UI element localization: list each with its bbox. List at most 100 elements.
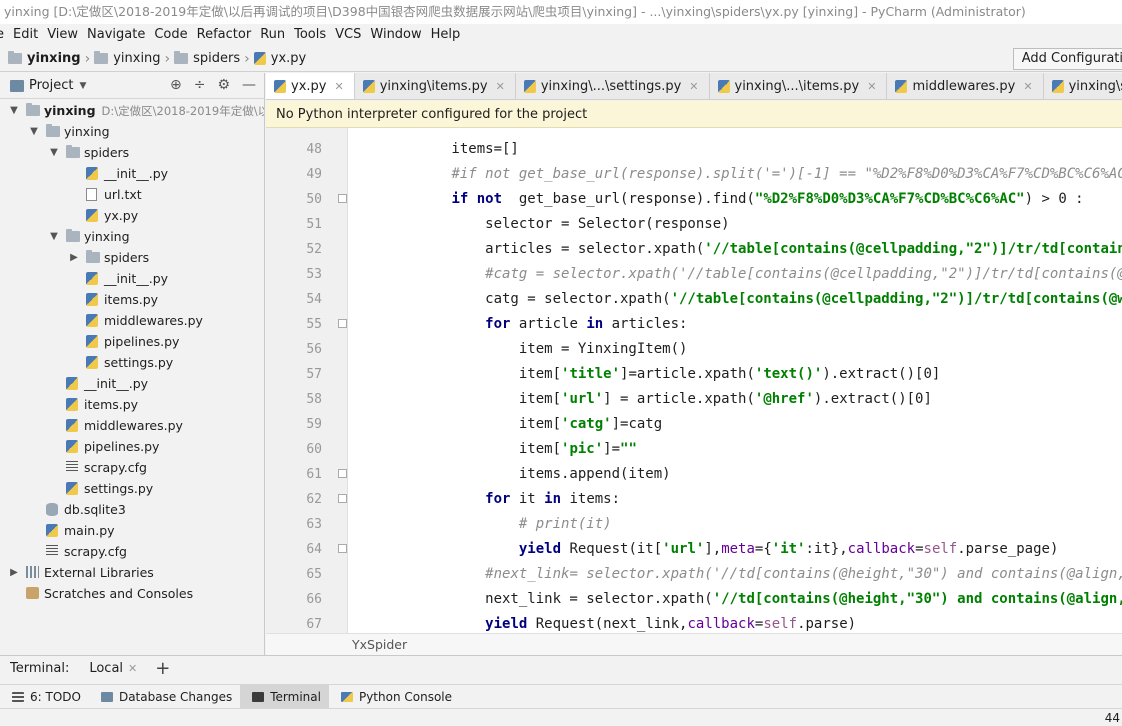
tree-item[interactable]: main.py xyxy=(0,520,264,541)
code-line[interactable]: 64 yield Request(it['url'],meta={'it':it… xyxy=(266,537,1122,562)
chevron-down-icon[interactable]: ▼ xyxy=(48,226,60,247)
nav-crumb-project[interactable]: yinxing › xyxy=(8,51,94,67)
tree-item[interactable]: ▼ yinxing xyxy=(0,121,264,142)
code-line[interactable]: 63 # print(it) xyxy=(266,512,1122,537)
tree-item[interactable]: ▼ yinxing D:\定做区\2018-2019年定做\以 xyxy=(0,100,264,121)
tree-item[interactable]: Scratches and Consoles xyxy=(0,583,264,604)
close-icon[interactable]: ✕ xyxy=(334,80,343,93)
close-icon[interactable]: ✕ xyxy=(496,80,505,93)
close-icon[interactable]: ✕ xyxy=(689,80,698,93)
editor-tab[interactable]: yinxing\...\settings.py ✕ xyxy=(515,73,710,99)
code-line[interactable]: 48 items=[] xyxy=(266,137,1122,162)
status-bar: 44 xyxy=(0,708,1122,726)
menu-item[interactable]: Tools xyxy=(289,24,330,46)
nav-crumb-spiders[interactable]: spiders › xyxy=(174,51,254,67)
add-configuration-button[interactable]: Add Configurati xyxy=(1012,48,1122,70)
code-line[interactable]: 54 catg = selector.xpath('//table[contai… xyxy=(266,287,1122,312)
code-line[interactable]: 49 #if not get_base_url(response).split(… xyxy=(266,162,1122,187)
editor-breadcrumb[interactable]: YxSpider xyxy=(266,633,1122,655)
code-line[interactable]: 57 item['title']=article.xpath('text()')… xyxy=(266,362,1122,387)
fold-icon[interactable] xyxy=(338,469,347,478)
chevron-down-icon[interactable]: ▼ xyxy=(28,121,40,142)
close-icon[interactable]: ✕ xyxy=(128,662,137,675)
hide-icon[interactable]: — xyxy=(242,77,256,93)
menu-item[interactable]: Code xyxy=(149,24,191,46)
nav-crumb-package[interactable]: yinxing › xyxy=(94,51,174,67)
editor-tab[interactable]: yx.py ✕ xyxy=(266,73,355,99)
fold-icon[interactable] xyxy=(338,194,347,203)
menu-item[interactable]: Help xyxy=(426,24,465,46)
code-line[interactable]: 58 item['url'] = article.xpath('@href').… xyxy=(266,387,1122,412)
tool-window-button[interactable]: Terminal xyxy=(240,684,329,709)
new-terminal-button[interactable]: + xyxy=(155,658,170,679)
tree-item[interactable]: url.txt xyxy=(0,184,264,205)
code-line[interactable]: 52 articles = selector.xpath('//table[co… xyxy=(266,237,1122,262)
tree-item[interactable]: __init__.py xyxy=(0,373,264,394)
code-line[interactable]: 51 selector = Selector(response) xyxy=(266,212,1122,237)
menu-item[interactable]: Edit xyxy=(8,24,42,46)
fold-icon[interactable] xyxy=(338,494,347,503)
tool-window-button[interactable]: 6: TODO xyxy=(0,685,89,709)
tree-item[interactable]: items.py xyxy=(0,289,264,310)
code-line[interactable]: 61 items.append(item) xyxy=(266,462,1122,487)
menu-item[interactable]: Window xyxy=(365,24,425,46)
close-icon[interactable]: ✕ xyxy=(1023,80,1032,93)
code-line[interactable]: 62 for it in items: xyxy=(266,487,1122,512)
tree-item[interactable]: middlewares.py xyxy=(0,415,264,436)
code-line[interactable]: 66 next_link = selector.xpath('//td[cont… xyxy=(266,587,1122,612)
editor-tab-label: yinxing\...\items.py xyxy=(734,79,860,94)
collapse-all-icon[interactable]: ÷ xyxy=(194,77,206,93)
code-line[interactable]: 56 item = YinxingItem() xyxy=(266,337,1122,362)
code-line[interactable]: 67 yield Request(next_link,callback=self… xyxy=(266,612,1122,633)
tool-window-button[interactable]: Database Changes xyxy=(89,685,240,709)
tree-item[interactable]: ▶ spiders xyxy=(0,247,264,268)
menu-item[interactable]: e xyxy=(0,24,8,46)
menu-item[interactable]: Navigate xyxy=(82,24,149,46)
editor-tab[interactable]: yinxing\...\items.py ✕ xyxy=(709,73,888,99)
tree-item[interactable]: __init__.py xyxy=(0,268,264,289)
menu-item[interactable]: Refactor xyxy=(192,24,256,46)
chevron-right-icon[interactable]: ▶ xyxy=(68,247,80,268)
tree-item[interactable]: ▼ spiders xyxy=(0,142,264,163)
gear-icon[interactable]: ⚙ xyxy=(217,77,230,93)
code-line[interactable]: 59 item['catg']=catg xyxy=(266,412,1122,437)
chevron-down-icon[interactable]: ▼ xyxy=(8,100,20,121)
tree-item[interactable]: items.py xyxy=(0,394,264,415)
locate-icon[interactable]: ⊕ xyxy=(170,77,182,93)
fold-icon[interactable] xyxy=(338,544,347,553)
code-line[interactable]: 55 for article in articles: xyxy=(266,312,1122,337)
tree-item[interactable]: ▼ yinxing xyxy=(0,226,264,247)
menu-item[interactable]: View xyxy=(42,24,82,46)
code-line[interactable]: 53 #catg = selector.xpath('//table[conta… xyxy=(266,262,1122,287)
code-line[interactable]: 60 item['pic']="" xyxy=(266,437,1122,462)
code-editor[interactable]: 48 items=[] 49 #if not get_base_url(respo… xyxy=(266,128,1122,633)
tree-item[interactable]: __init__.py xyxy=(0,163,264,184)
tool-window-button[interactable]: Python Console xyxy=(329,685,460,709)
close-icon[interactable]: ✕ xyxy=(867,80,876,93)
editor-tab[interactable]: middlewares.py ✕ xyxy=(887,73,1044,99)
tree-item[interactable]: settings.py xyxy=(0,478,264,499)
fold-icon[interactable] xyxy=(338,319,347,328)
editor-tab[interactable]: yinxing\settings.py✕ xyxy=(1043,73,1122,99)
code-line[interactable]: 65 #next_link= selector.xpath('//td[cont… xyxy=(266,562,1122,587)
tree-item[interactable]: middlewares.py xyxy=(0,310,264,331)
project-view-selector[interactable]: Project ▼ xyxy=(10,78,86,93)
menu-item[interactable]: VCS xyxy=(330,24,365,46)
tree-item[interactable]: db.sqlite3 xyxy=(0,499,264,520)
terminal-tab-local[interactable]: Local ✕ xyxy=(89,661,137,676)
editor-tab[interactable]: yinxing\items.py ✕ xyxy=(354,73,516,99)
code-line[interactable]: 50 if not get_base_url(response).find("%… xyxy=(266,187,1122,212)
chevron-down-icon[interactable]: ▼ xyxy=(48,142,60,163)
menu-item[interactable]: Run xyxy=(255,24,289,46)
chevron-right-icon[interactable]: ▶ xyxy=(8,562,20,583)
nav-crumb-file[interactable]: yx.py xyxy=(253,51,306,66)
tree-item[interactable]: pipelines.py xyxy=(0,331,264,352)
cursor-position[interactable]: 44 xyxy=(1105,709,1120,726)
tree-item[interactable]: scrapy.cfg xyxy=(0,457,264,478)
tree-item[interactable]: pipelines.py xyxy=(0,436,264,457)
tree-item[interactable]: yx.py xyxy=(0,205,264,226)
tree-item[interactable]: ▶ External Libraries xyxy=(0,562,264,583)
tree-item[interactable]: scrapy.cfg xyxy=(0,541,264,562)
folder-icon xyxy=(46,124,60,137)
tree-item[interactable]: settings.py xyxy=(0,352,264,373)
